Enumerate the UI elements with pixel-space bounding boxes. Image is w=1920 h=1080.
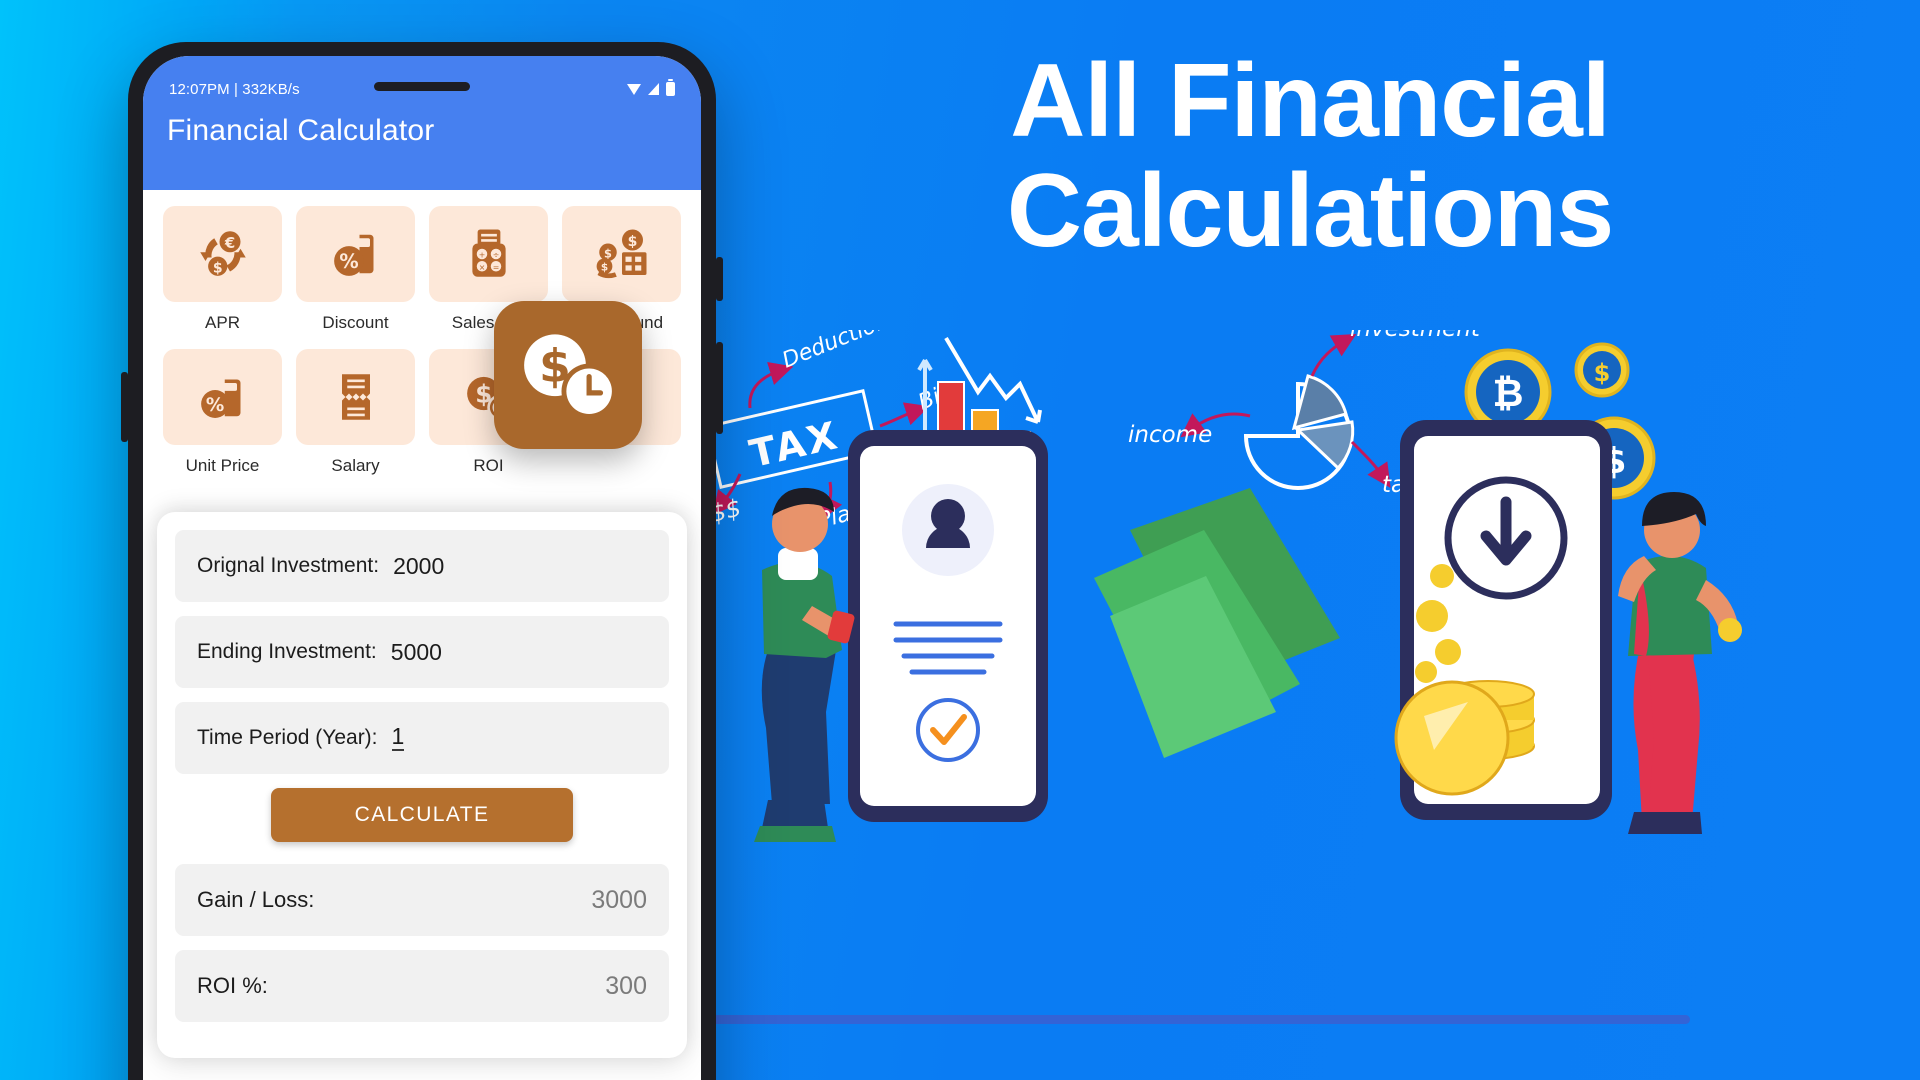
svg-text:%: % [205, 395, 223, 416]
tile-apr[interactable]: € $ APR [163, 206, 282, 349]
tile-empty-label [619, 456, 624, 476]
svg-text:×: × [478, 263, 485, 272]
field-original-investment-value[interactable]: 2000 [393, 553, 444, 580]
ground-line [680, 1015, 1690, 1024]
tile-discount-label: Discount [322, 313, 389, 332]
field-time-period-value[interactable]: 1 [391, 725, 405, 751]
phone-volume-button [716, 257, 723, 301]
field-time-period[interactable]: Time Period (Year): 1 [175, 702, 669, 774]
hero-title-line-2: Calculations [1006, 153, 1614, 270]
calculator-form-card: Orignal Investment: 2000 Ending Investme… [157, 512, 687, 1058]
svg-text:€: € [223, 234, 234, 252]
field-original-investment[interactable]: Orignal Investment: 2000 [175, 530, 669, 602]
phone-mockup: 12:07PM | 332KB/s Financial Calculator € [121, 42, 723, 1080]
svg-text:₿: ₿ [1493, 371, 1524, 415]
status-icons [627, 79, 675, 96]
phone-notch [374, 82, 470, 91]
money-stack-illustration [1094, 488, 1340, 758]
svg-text:$: $ [627, 234, 637, 250]
field-original-investment-label: Orignal Investment: [197, 554, 380, 577]
person-left-illustration [754, 487, 855, 842]
field-ending-investment[interactable]: Ending Investment: 5000 [175, 616, 669, 688]
profile-phone-illustration [848, 430, 1048, 822]
svg-text:%: % [339, 250, 358, 273]
doodle-label-deduction: Deduction [779, 330, 893, 374]
result-gain-loss: Gain / Loss: 3000 [175, 864, 669, 936]
svg-text:$: $ [604, 247, 612, 261]
tile-unit-price-label: Unit Price [185, 456, 260, 475]
phone-power-button [716, 342, 723, 434]
signal-triangle-icon [627, 83, 641, 95]
calculate-button[interactable]: CALCULATE [271, 788, 573, 842]
hero-title: All Financial Calculations [700, 43, 1920, 270]
status-time-speed: 12:07PM | 332KB/s [169, 80, 300, 98]
result-roi-percent: ROI %: 300 [175, 950, 669, 1022]
tile-compound-box[interactable]: $ $ $ [562, 206, 681, 302]
phone-screen: 12:07PM | 332KB/s Financial Calculator € [143, 56, 701, 1080]
hero-title-line-1: All Financial [1010, 43, 1611, 159]
app-bar: 12:07PM | 332KB/s Financial Calculator [143, 56, 701, 190]
download-phone-illustration [1394, 420, 1612, 820]
percent-receipt-icon: % [200, 379, 240, 418]
doodle-label-investment: investment [1350, 330, 1481, 342]
tile-discount-box[interactable]: % [296, 206, 415, 302]
tile-sales-tax-box[interactable]: + ÷ × = [429, 206, 548, 302]
dollar-clock-icon: $ [524, 334, 617, 419]
calculator-icon: + ÷ × = [471, 229, 506, 277]
field-time-period-label: Time Period (Year): [197, 726, 378, 749]
tile-roi-label: ROI [473, 456, 504, 475]
svg-text:$: $ [600, 262, 607, 274]
svg-text:$: $ [212, 260, 222, 276]
coins-building-icon: $ $ $ [596, 229, 646, 279]
app-icon-badge: $ [494, 301, 642, 449]
svg-text:$: $ [1594, 359, 1611, 387]
person-right-illustration [1618, 492, 1742, 834]
svg-text:+: + [478, 251, 485, 260]
svg-text:=: = [492, 263, 499, 272]
signal-bars-icon [648, 83, 659, 95]
phone-left-button [121, 372, 128, 442]
status-bar: 12:07PM | 332KB/s [143, 56, 701, 102]
result-gain-loss-value: 3000 [591, 885, 647, 914]
poster-canvas: All Financial Calculations TAX Deduction… [0, 0, 1920, 1080]
tile-unit-price-box[interactable]: % [163, 349, 282, 445]
tile-unit-price[interactable]: % Unit Price [163, 349, 282, 492]
battery-icon [666, 79, 675, 96]
tile-apr-label: APR [205, 313, 240, 332]
finance-scene-illustration [754, 420, 1742, 842]
result-roi-percent-label: ROI %: [197, 973, 268, 998]
percent-tag-icon: % [333, 234, 373, 276]
field-ending-investment-label: Ending Investment: [197, 640, 377, 663]
currency-exchange-icon: € $ [199, 231, 246, 276]
tile-discount[interactable]: % Discount [296, 206, 415, 349]
result-roi-percent-value: 300 [605, 971, 647, 1000]
small-dollar-coin-icon: $ [1574, 342, 1630, 398]
receipt-icon [341, 374, 370, 420]
app-title: Financial Calculator [167, 114, 435, 147]
tile-salary[interactable]: Salary [296, 349, 415, 492]
svg-text:÷: ÷ [492, 251, 499, 260]
tile-salary-box[interactable] [296, 349, 415, 445]
field-ending-investment-value[interactable]: 5000 [391, 639, 442, 666]
tile-apr-box[interactable]: € $ [163, 206, 282, 302]
result-gain-loss-label: Gain / Loss: [197, 887, 315, 912]
tile-salary-label: Salary [331, 456, 380, 475]
